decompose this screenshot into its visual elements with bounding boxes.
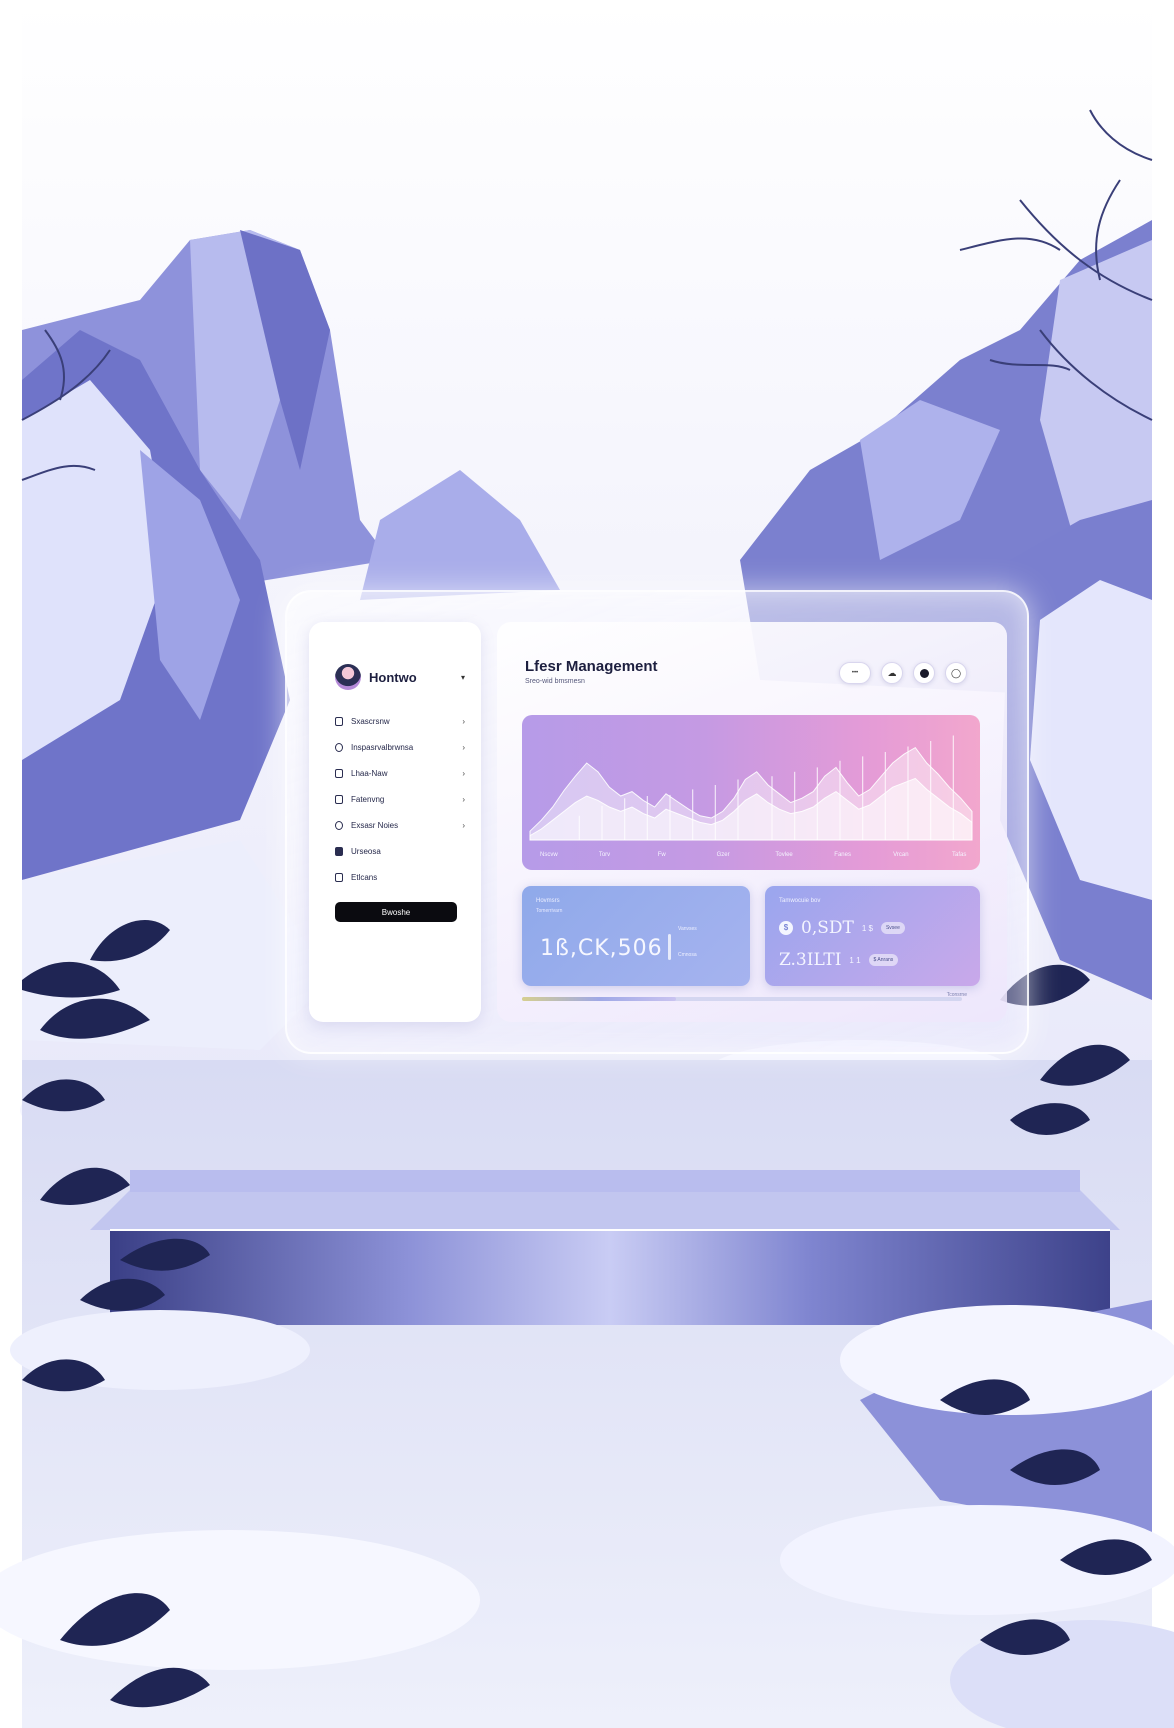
cloud-icon[interactable]: ☁ <box>881 662 903 684</box>
status-pill[interactable]: ••• <box>839 662 871 684</box>
lock-icon <box>335 716 343 726</box>
chevron-right-icon: › <box>462 742 465 752</box>
stat-card-balance[interactable]: Tamwocuie bov $ 0,SDT 1 $ Svsee Z.3ILTI … <box>765 886 980 986</box>
folder-icon <box>335 794 343 804</box>
chart-card: Nscvw Torv Fw Gzer Tovlee Fanes Vrcan Tafas <box>522 715 980 870</box>
stat-value: 1ß,CK,506 <box>540 936 663 961</box>
clock-icon <box>335 820 343 830</box>
user-circle-icon[interactable]: ◯ <box>945 662 967 684</box>
stat-note-top: Vanvses <box>678 926 697 932</box>
sidebar-nav: Sxascrsnw › Inspasrvalbrwnsa › Lhaa-Naw … <box>335 708 465 890</box>
stat-bar <box>668 934 671 960</box>
coin-icon: $ <box>779 921 793 935</box>
progress-fill <box>522 997 676 1001</box>
stat-label: Hovmsrs <box>536 898 560 904</box>
progress-label: Tconsrne <box>946 992 967 998</box>
balance-unit-2: 1 1 <box>849 955 861 965</box>
balance-pill-2[interactable]: $ Anrans <box>868 954 899 966</box>
chevron-down-icon[interactable]: ▾ <box>461 673 465 682</box>
sidebar-item-label: Fatenvng <box>351 794 385 804</box>
sidebar-item-label: Urseosa <box>351 846 381 856</box>
settings-icon <box>335 872 343 882</box>
sidebar-item-label: Inspasrvalbrwnsa <box>351 742 414 752</box>
page-subtitle: Sreo-wid bmsmesn <box>525 678 585 685</box>
balance-value-2: Z.3ILTI <box>779 950 842 970</box>
balance-value-1: 0,SDT <box>801 918 854 938</box>
record-icon[interactable] <box>913 662 935 684</box>
x-tick-label: Tovlee <box>775 852 793 858</box>
sidebar-item-label: Exsasr Noies <box>351 820 399 830</box>
x-tick-label: Vrcan <box>893 852 908 858</box>
stat-header: Tamwocuie bov <box>779 898 821 904</box>
sidebar-primary-button[interactable]: Bwoshe <box>335 902 457 922</box>
x-tick-label: Fanes <box>834 852 851 858</box>
sidebar-item-7[interactable]: Etlcans <box>335 864 465 890</box>
sidebar-item-label: Etlcans <box>351 872 378 882</box>
x-tick-label: Tafas <box>952 852 966 858</box>
sidebar-item-1[interactable]: Sxascrsnw › <box>335 708 465 734</box>
x-tick-label: Torv <box>599 852 610 858</box>
sidebar-item-3[interactable]: Lhaa-Naw › <box>335 760 465 786</box>
chevron-right-icon: › <box>462 716 465 726</box>
x-tick-label: Fw <box>658 852 667 858</box>
stat-card-total[interactable]: Hovmsrs Tomerrivarn 1ß,CK,506 Vanvses Cm… <box>522 886 750 986</box>
balance-unit-1: 1 $ <box>861 923 873 933</box>
page-title: Lfesr Management <box>525 658 658 675</box>
progress-bar <box>522 997 962 1001</box>
sidebar-item-2[interactable]: Inspasrvalbrwnsa › <box>335 734 465 760</box>
sidebar-item-5[interactable]: Exsasr Noies › <box>335 812 465 838</box>
avatar <box>335 664 361 690</box>
balance-pill-1[interactable]: Svsee <box>880 922 905 934</box>
profile-name: Hontwo <box>369 669 417 685</box>
stat-sublabel: Tomerrivarn <box>536 908 563 914</box>
chevron-right-icon: › <box>462 794 465 804</box>
sidebar-item-6[interactable]: Urseosa <box>335 838 465 864</box>
area-chart: Nscvw Torv Fw Gzer Tovlee Fanes Vrcan Tafas <box>529 735 973 858</box>
balance-row-2: Z.3ILTI 1 1 $ Anrans <box>779 950 899 970</box>
x-tick-label: Nscvw <box>540 852 558 858</box>
header-actions: ••• ☁ ◯ <box>839 662 967 684</box>
sidebar-item-label: Sxascrsnw <box>351 716 390 726</box>
main-panel: Lfesr Management Sreo-wid bmsmesn ••• ☁ … <box>497 622 1007 1022</box>
profile-menu[interactable]: Hontwo ▾ <box>335 662 465 692</box>
sidebar: Hontwo ▾ Sxascrsnw › Inspasrvalbrwnsa › … <box>309 622 481 1022</box>
dashboard-window: Hontwo ▾ Sxascrsnw › Inspasrvalbrwnsa › … <box>285 590 1029 1054</box>
stat-note-bottom: Cmnosa <box>678 952 697 958</box>
sidebar-item-4[interactable]: Fatenvng › <box>335 786 465 812</box>
sidebar-item-label: Lhaa-Naw <box>351 768 388 778</box>
document-icon <box>335 768 343 778</box>
file-icon <box>335 846 343 856</box>
balance-row-1: $ 0,SDT 1 $ Svsee <box>779 918 905 938</box>
user-icon <box>335 742 343 752</box>
chevron-right-icon: › <box>462 820 465 830</box>
x-tick-label: Gzer <box>717 852 730 858</box>
chevron-right-icon: › <box>462 768 465 778</box>
